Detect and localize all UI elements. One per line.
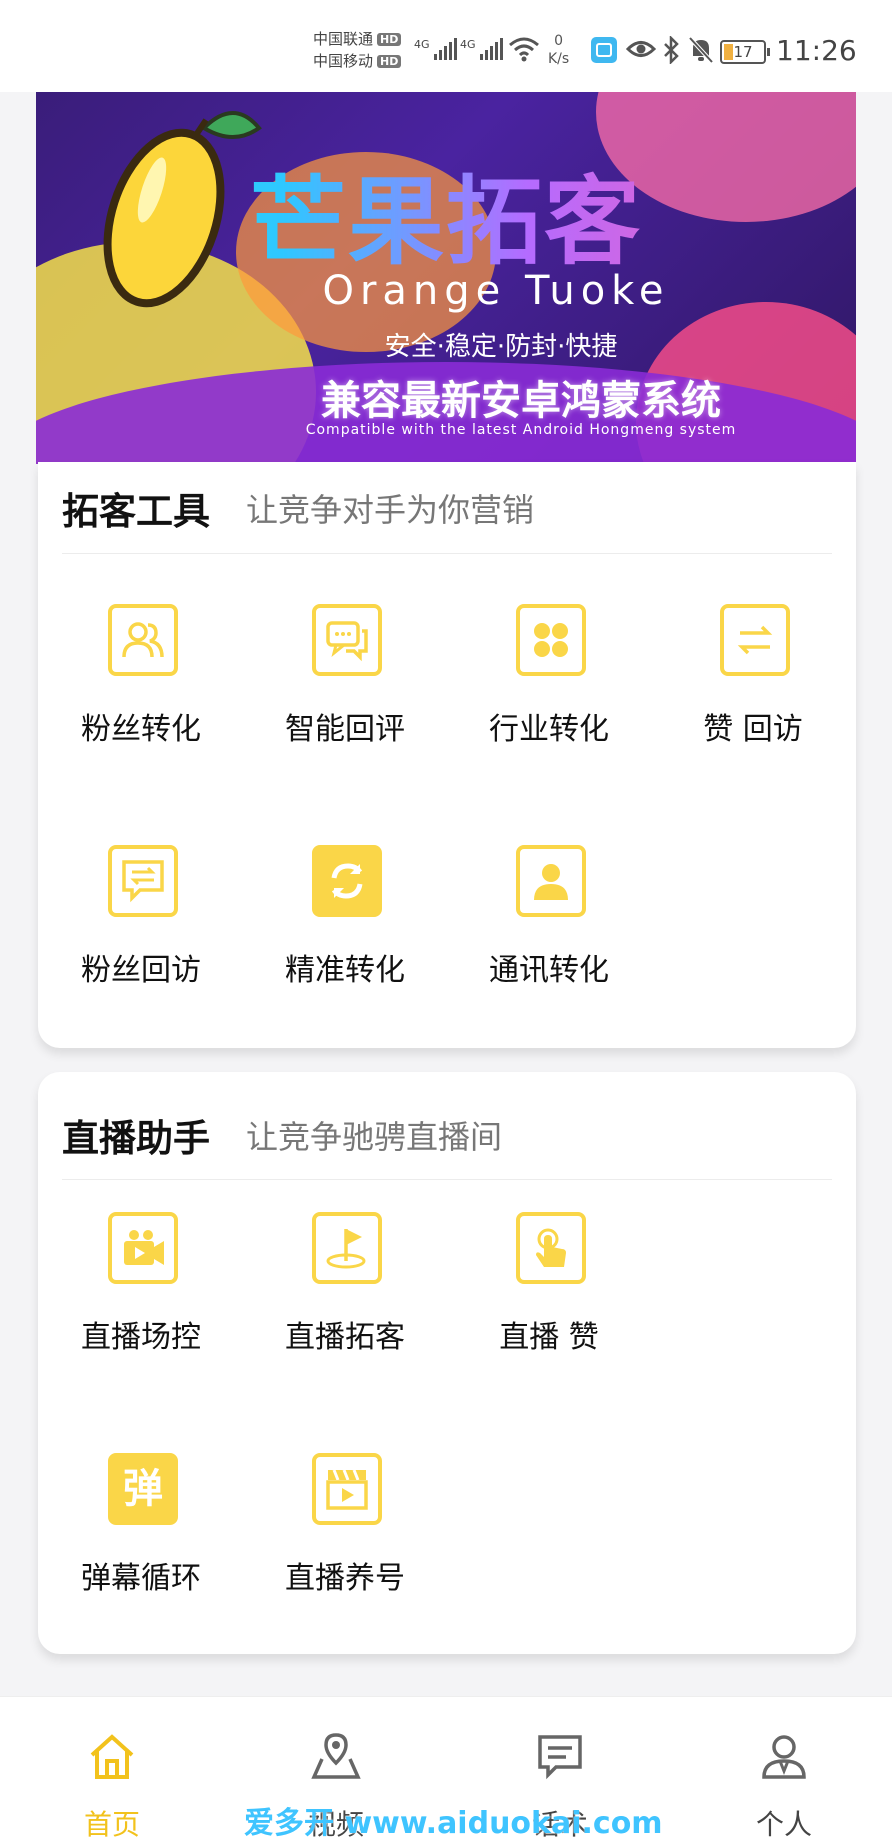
tools-title: 拓客工具	[62, 489, 210, 533]
nav-label-profile: 个人	[755, 1808, 812, 1841]
tap-hand-icon	[516, 1212, 586, 1284]
hd-badge-2: HD	[377, 54, 402, 68]
message-swap-icon	[108, 845, 178, 917]
video-camera-icon	[108, 1212, 178, 1284]
tool-item-label: 精准转化	[285, 953, 405, 988]
carrier-info: 中国联通 HD 中国移动 HD	[313, 28, 402, 72]
tool-item-industry-convert[interactable]: 行业转化	[449, 604, 649, 764]
live-item-danmu-loop[interactable]: 弹 弹幕循环	[41, 1453, 241, 1613]
message-icon	[538, 1735, 582, 1780]
live-title: 直播助手	[62, 1116, 210, 1160]
tool-item-fans-revisit[interactable]: 粉丝回访	[41, 845, 241, 1005]
live-item-label: 直播场控	[81, 1320, 201, 1355]
chat-bubbles-icon	[312, 604, 382, 676]
live-item-label: 直播 赞	[499, 1320, 599, 1355]
golf-flag-icon	[312, 1212, 382, 1284]
carrier-name-2: 中国移动	[313, 52, 374, 70]
wifi-icon	[509, 37, 539, 62]
clapperboard-icon	[312, 1453, 382, 1525]
live-card: 直播助手 让竞争驰骋直播间 直播场控 直播拓客 直播 赞 弹 弹幕循环 直播养号	[38, 1072, 856, 1654]
app-notification-icon	[591, 37, 617, 63]
live-item-room-control[interactable]: 直播场控	[41, 1212, 241, 1372]
tool-item-like-revisit[interactable]: 赞 回访	[653, 604, 853, 764]
battery-level: 17	[733, 43, 753, 61]
network-speed: 0 K/s	[548, 32, 569, 68]
status-bar: 中国联通 HD 中国移动 HD 4G 4G 0 K/s 17 11:26	[0, 0, 892, 92]
tool-item-label: 粉丝回访	[81, 953, 201, 988]
tool-item-contact-convert[interactable]: 通讯转化	[449, 845, 649, 1005]
tools-subtitle: 让竞争对手为你营销	[246, 490, 535, 529]
live-item-label: 直播拓客	[285, 1320, 405, 1355]
carrier-name-1: 中国联通	[313, 30, 374, 48]
tool-item-smart-reply[interactable]: 智能回评	[245, 604, 445, 764]
network-speed-unit: K/s	[548, 51, 570, 67]
banner-tagline: 安全·稳定·防封·快捷	[384, 332, 618, 362]
contact-icon	[516, 845, 586, 917]
site-watermark: 爱多开 www.aiduokai.com	[244, 1806, 663, 1841]
banner-title: 芒果拓客	[36, 144, 856, 283]
tool-item-label: 智能回评	[285, 712, 405, 747]
live-subtitle: 让竞争驰骋直播间	[246, 1117, 503, 1156]
live-item-label: 直播养号	[285, 1561, 405, 1596]
tool-item-label: 粉丝转化	[81, 712, 201, 747]
signal-icon-2: 4G	[460, 38, 503, 60]
home-icon	[90, 1734, 134, 1779]
banner-subtitle: Orange Tuoke	[322, 268, 670, 314]
grid-dots-icon	[516, 604, 586, 676]
banner-compat-english: Compatible with the latest Android Hongm…	[305, 422, 737, 438]
users-icon	[108, 604, 178, 676]
nav-label-home: 首页	[83, 1808, 140, 1841]
live-item-account-nurture[interactable]: 直播养号	[245, 1453, 445, 1613]
status-time: 11:26	[776, 34, 857, 67]
tool-item-label: 赞 回访	[703, 712, 803, 747]
danmu-icon: 弹	[108, 1453, 178, 1525]
map-pin-icon	[311, 1733, 361, 1779]
tools-card: 拓客工具 让竞争对手为你营销 粉丝转化 智能回评 行业转化 赞 回访 粉丝回访	[38, 462, 856, 1048]
mute-bell-icon	[688, 36, 714, 64]
live-item-label: 弹幕循环	[81, 1561, 201, 1596]
network-type-1: 4G	[414, 38, 430, 51]
tool-item-fans-convert[interactable]: 粉丝转化	[41, 604, 241, 764]
nav-item-home[interactable]: 首页	[42, 1731, 182, 1846]
live-item-live-tuoke[interactable]: 直播拓客	[245, 1212, 445, 1372]
live-card-header: 直播助手 让竞争驰骋直播间	[62, 1090, 832, 1180]
danmu-glyph: 弹	[123, 1466, 163, 1512]
tool-item-precise-convert[interactable]: 精准转化	[245, 845, 445, 1005]
eye-icon	[626, 41, 656, 57]
live-item-live-like[interactable]: 直播 赞	[449, 1212, 649, 1372]
signal-icon-1: 4G	[414, 38, 457, 60]
tools-card-header: 拓客工具 让竞争对手为你营销	[62, 462, 832, 554]
nav-item-profile[interactable]: 个人	[714, 1731, 854, 1846]
swap-arrows-icon	[720, 604, 790, 676]
network-speed-value: 0	[554, 33, 564, 49]
tool-item-label: 行业转化	[489, 712, 609, 747]
bluetooth-icon	[664, 36, 679, 64]
network-type-2: 4G	[460, 38, 476, 51]
promo-banner[interactable]: 芒果拓客 Orange Tuoke 安全·稳定·防封·快捷 兼容最新安卓鸿蒙系统…	[36, 92, 856, 464]
person-icon	[762, 1735, 806, 1779]
battery-indicator: 17	[720, 40, 770, 64]
refresh-icon	[312, 845, 382, 917]
banner-compat: 兼容最新安卓鸿蒙系统	[321, 378, 721, 424]
hd-badge-1: HD	[377, 32, 402, 46]
tool-item-label: 通讯转化	[489, 953, 609, 988]
